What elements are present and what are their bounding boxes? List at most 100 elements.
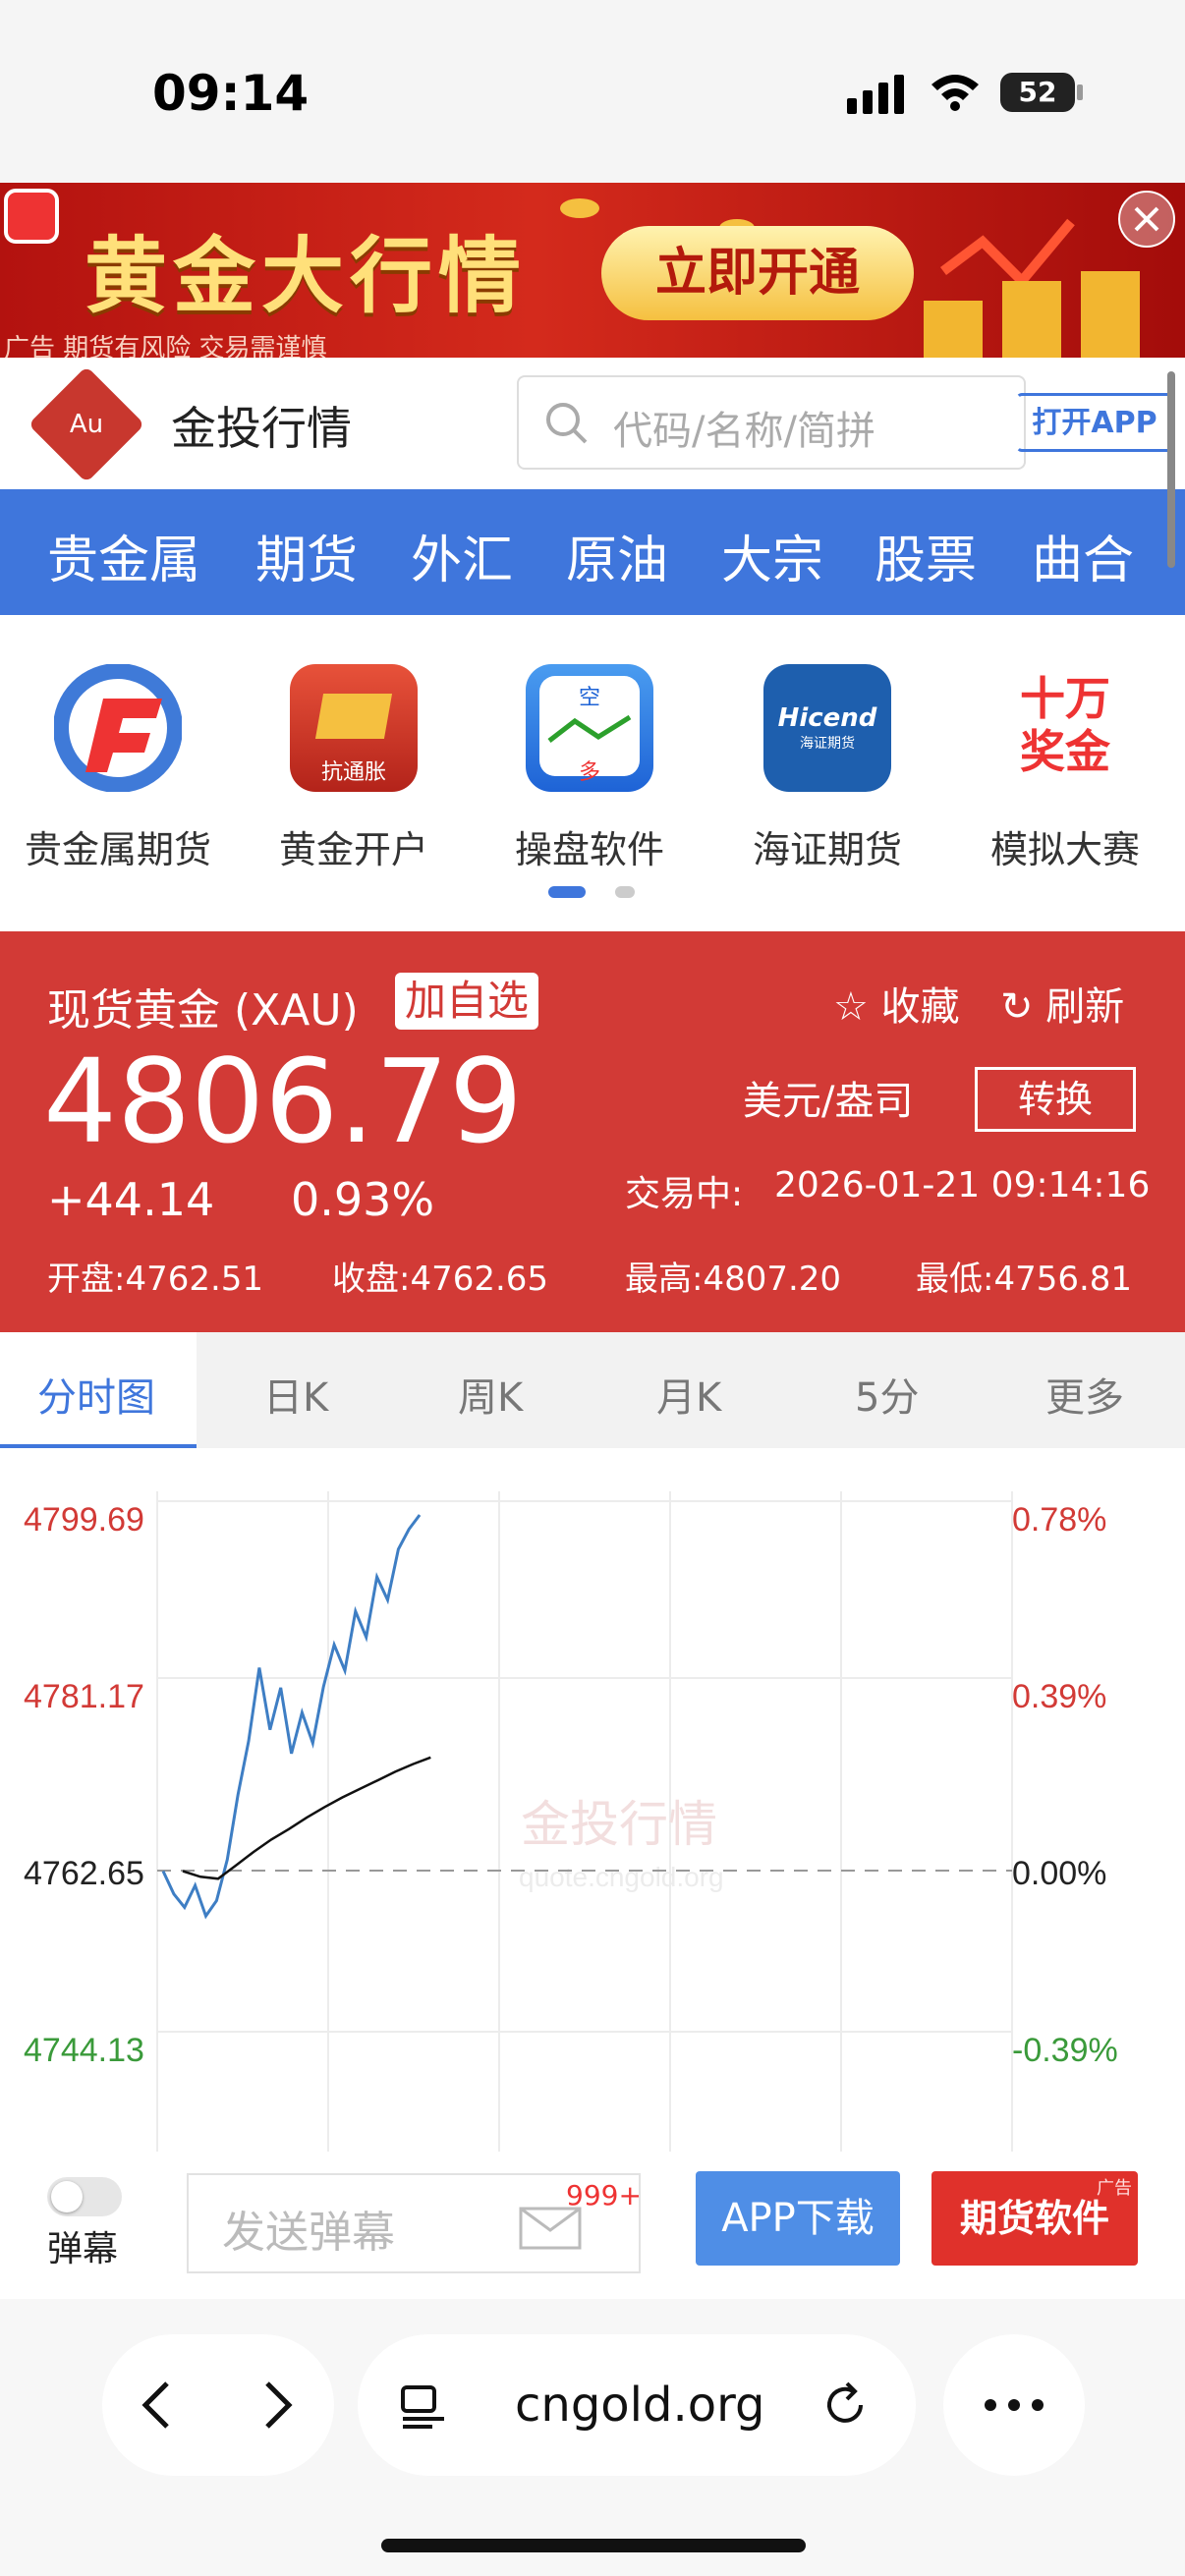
nav-item-crude-oil[interactable]: 原油 <box>566 519 668 592</box>
banner-open-button[interactable]: 立即开通 <box>601 226 914 320</box>
banner-risk-notice: 广告 期货有风险 交易需谨慎 <box>4 334 327 358</box>
nav-item-forex[interactable]: 外汇 <box>411 519 513 592</box>
low-price: 最低:4756.81 <box>916 1260 1133 1299</box>
site-logo-icon[interactable]: Au <box>28 365 145 483</box>
open-app-button[interactable]: 打开APP <box>1016 393 1173 452</box>
ad-badge: 广告 <box>1097 2178 1132 2199</box>
tab-monthly-k[interactable]: 月K <box>656 1366 721 1423</box>
address-bar[interactable]: cngold.org <box>358 2334 916 2476</box>
tab-5min[interactable]: 5分 <box>855 1366 919 1423</box>
app-hicend-futures[interactable]: Hicend 海证期货 海证期货 <box>709 664 945 873</box>
tab-intraday[interactable]: 分时图 <box>37 1366 155 1423</box>
app-simulation-contest[interactable]: 十万 奖金 模拟大赛 <box>947 664 1183 873</box>
intraday-chart[interactable]: 金投行情 quote.cngold.org 4799.69 4781.17 4762.6… <box>0 1448 1185 2152</box>
add-watchlist-button[interactable]: 加自选 <box>395 973 539 1030</box>
favorite-label: 收藏 <box>880 984 960 1030</box>
forward-arrow-icon[interactable] <box>257 2380 297 2431</box>
tab-weekly-k[interactable]: 周K <box>458 1366 523 1423</box>
category-nav: 贵金属 期货 外汇 原油 大宗 股票 曲合 <box>0 371 1185 615</box>
wifi-icon <box>931 75 979 111</box>
instrument-name: 现货黄金 (XAU) <box>47 985 359 1036</box>
open-app-label: 打开APP <box>1032 406 1157 440</box>
y-axis-left-label: 4744.13 <box>24 2032 144 2069</box>
app-label: 操盘软件 <box>514 828 664 871</box>
banner-close-button[interactable] <box>1118 191 1175 248</box>
site-name: 金投行情 <box>171 402 352 455</box>
y-axis-right-label: 0.39% <box>1012 1678 1106 1715</box>
danmaku-input[interactable]: 发送弹幕 999+ <box>187 2173 642 2273</box>
app-precious-metal-futures[interactable]: 贵金属期货 <box>0 663 236 873</box>
nav-item-commodities[interactable]: 大宗 <box>721 519 823 592</box>
price-change: +44.14 <box>47 1173 215 1226</box>
nav-item-stocks[interactable]: 股票 <box>875 519 977 592</box>
hicend-icon: Hicend 海证期货 <box>763 664 891 792</box>
nav-item-futures[interactable]: 期货 <box>255 519 358 592</box>
watermark-name: 金投行情 <box>521 1797 717 1852</box>
refresh-icon: ↻ <box>1000 984 1034 1030</box>
gold-bar-icon: 抗通胀 <box>290 664 418 792</box>
current-price: 4806.79 <box>43 1034 523 1169</box>
banner-headline: 黄金大行情 <box>85 228 528 324</box>
average-line <box>182 1756 431 1880</box>
carousel-dot-active[interactable] <box>548 886 586 898</box>
icon-text-top: 空 <box>578 686 600 710</box>
tab-more[interactable]: 更多 <box>1045 1366 1124 1423</box>
app-label: 海证期货 <box>752 828 902 871</box>
open-price: 开盘:4762.51 <box>47 1260 264 1299</box>
browser-nav-group <box>102 2334 334 2476</box>
y-axis-left-label: 4781.17 <box>24 1678 144 1715</box>
y-axis-left-label: 4799.69 <box>24 1501 144 1539</box>
app-trading-software[interactable]: 空 多 操盘软件 <box>472 664 707 873</box>
status-bar: 09:14 52 <box>0 0 1185 183</box>
icon-subtext: 海证期货 <box>800 736 855 752</box>
trading-software-icon: 空 多 <box>526 664 653 792</box>
cellular-signal-icon <box>847 75 904 114</box>
carousel-dot[interactable] <box>615 886 635 898</box>
tab-daily-k[interactable]: 日K <box>263 1366 328 1423</box>
nav-item-more[interactable]: 曲合 <box>1032 519 1134 592</box>
back-arrow-icon[interactable] <box>138 2380 177 2431</box>
search-placeholder: 代码/名称/简拼 <box>613 409 875 454</box>
refresh-button[interactable]: ↻ 刷新 <box>1000 975 1124 1032</box>
search-icon <box>546 403 588 444</box>
reload-icon[interactable] <box>819 2380 871 2431</box>
site-header: Au 金投行情 代码/名称/简拼 打开APP <box>0 358 1185 489</box>
ad-banner[interactable]: 黄金大行情 立即开通 广告 期货有风险 交易需谨慎 <box>0 183 1185 358</box>
quote-datetime: 2026-01-21 09:14:16 <box>774 1165 1151 1205</box>
battery-level: 52 <box>1018 76 1057 108</box>
favorite-button[interactable]: ☆ 收藏 <box>833 975 960 1032</box>
icon-text: Hicend <box>777 703 877 733</box>
reader-icon[interactable] <box>399 2383 448 2429</box>
url-text: cngold.org <box>515 2378 765 2433</box>
app-gold-account[interactable]: 抗通胀 黄金开户 <box>236 664 472 873</box>
precious-metal-futures-icon <box>53 663 183 793</box>
more-menu-button[interactable] <box>943 2334 1085 2476</box>
watermark-url: quote.cngold.org <box>519 1862 724 1892</box>
home-indicator <box>381 2539 806 2552</box>
price-unit: 美元/盎司 <box>743 1079 914 1124</box>
price-line <box>161 1514 422 1920</box>
message-count-badge: 999+ <box>566 2179 642 2212</box>
futures-software-button[interactable]: 期货软件 广告 <box>931 2171 1138 2266</box>
app-label: 模拟大赛 <box>989 828 1140 871</box>
danmaku-toggle[interactable] <box>47 2177 122 2216</box>
close-price: 收盘:4762.65 <box>332 1260 549 1299</box>
logo-text: Au <box>69 410 104 439</box>
more-icon <box>985 2399 1044 2411</box>
chart-tabs: 分时图 日K 周K 月K 5分 更多 <box>0 1332 1185 1448</box>
refresh-label: 刷新 <box>1045 984 1125 1030</box>
app-download-button[interactable]: APP下载 <box>696 2171 900 2266</box>
status-time: 09:14 <box>152 65 310 122</box>
search-input[interactable]: 代码/名称/简拼 <box>517 375 1026 470</box>
app-shortcuts: 贵金属期货 抗通胀 黄金开户 空 多 操盘软件 Hicend 海证期货 海证期货… <box>0 615 1185 931</box>
danmaku-label: 弹幕 <box>47 2229 119 2269</box>
futures-software-label: 期货软件 <box>959 2197 1109 2240</box>
y-axis-right-label: -0.39% <box>1012 2032 1118 2069</box>
convert-button[interactable]: 转换 <box>975 1067 1136 1132</box>
scrollbar[interactable] <box>1167 371 1175 568</box>
star-icon: ☆ <box>833 984 869 1030</box>
y-axis-right-label: 0.78% <box>1012 1501 1106 1539</box>
price-change-percent: 0.93% <box>291 1173 435 1226</box>
icon-text-bottom: 多 <box>578 760 600 785</box>
nav-item-precious-metals[interactable]: 贵金属 <box>47 519 200 592</box>
